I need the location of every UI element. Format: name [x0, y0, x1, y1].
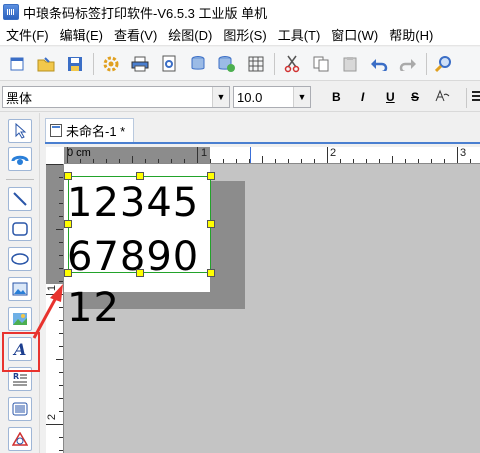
annotation-arrow	[32, 284, 63, 339]
